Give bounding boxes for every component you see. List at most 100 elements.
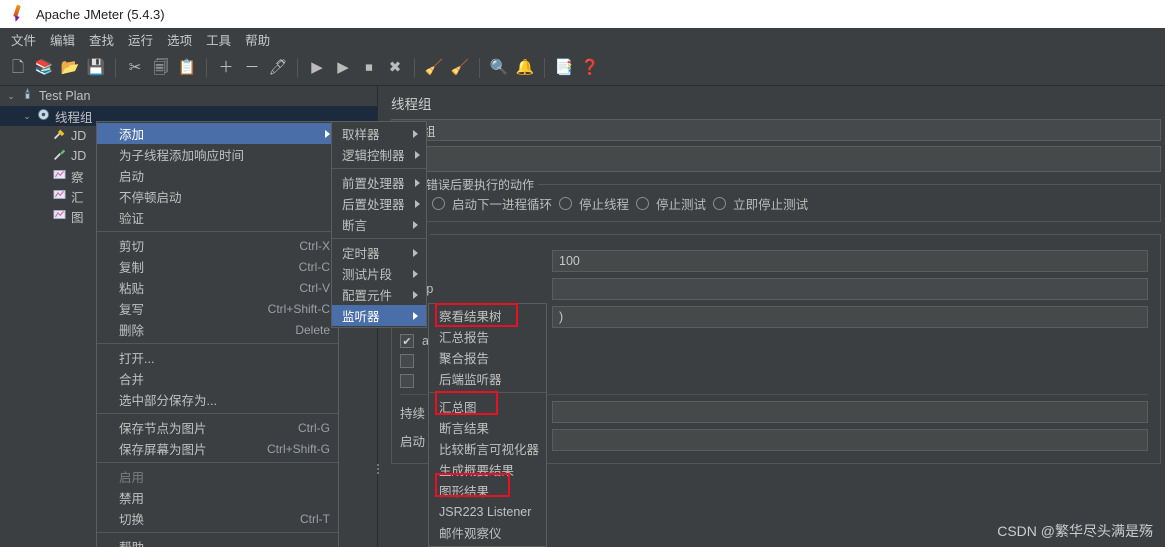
menu-item-断言结果[interactable]: 断言结果 xyxy=(429,417,546,438)
menu-item-帮助[interactable]: 帮助 xyxy=(97,536,338,547)
function-helper-icon[interactable]: 📑 xyxy=(552,56,576,80)
new-icon[interactable]: 🗋 xyxy=(6,56,30,80)
clear-icon[interactable]: 🧹 xyxy=(422,56,446,80)
infinite-checkbox[interactable]: ✔ xyxy=(400,334,414,348)
menu-item-禁用[interactable]: 禁用 xyxy=(97,487,338,508)
name-field[interactable]: 线程组 xyxy=(391,119,1161,141)
menu-item-定时器[interactable]: 定时器 xyxy=(332,242,426,263)
menu-item-汇总报告[interactable]: 汇总报告 xyxy=(429,326,546,347)
menu-separator xyxy=(97,413,338,414)
menu-separator xyxy=(97,532,338,533)
loop-input[interactable]: ) xyxy=(552,306,1148,328)
menubar-item-0[interactable]: 文件 xyxy=(4,28,43,51)
menu-item-汇总图[interactable]: 汇总图 xyxy=(429,396,546,417)
collapse-all-icon[interactable]: － xyxy=(240,56,264,80)
delay-creation-checkbox[interactable] xyxy=(400,374,414,388)
shutdown-icon[interactable]: ✖ xyxy=(383,56,407,80)
chevron-down-icon[interactable]: ⌄ xyxy=(20,111,34,122)
startup-input[interactable] xyxy=(552,429,1148,451)
open-icon[interactable]: 📂 xyxy=(58,56,82,80)
same-user-checkbox[interactable] xyxy=(400,354,414,368)
menubar-item-4[interactable]: 选项 xyxy=(160,28,199,51)
menu-item-复写[interactable]: 复写Ctrl+Shift-C xyxy=(97,298,338,319)
paste-icon[interactable]: 📋 xyxy=(175,56,199,80)
expand-all-icon[interactable]: ＋ xyxy=(214,56,238,80)
toolbar-separator xyxy=(297,58,298,78)
menu-item-图形结果[interactable]: 图形结果 xyxy=(429,480,546,501)
tree-context-menu[interactable]: 添加为子线程添加响应时间启动不停顿启动验证剪切Ctrl-X复制Ctrl-C粘贴C… xyxy=(96,121,339,547)
menu-item-比较断言可视化器[interactable]: 比较断言可视化器 xyxy=(429,438,546,459)
stop-icon[interactable]: ⏹ xyxy=(357,56,381,80)
error-action-radio-1[interactable] xyxy=(432,197,445,210)
menu-item-后置处理器[interactable]: 后置处理器 xyxy=(332,193,426,214)
cut-icon[interactable]: ✂ xyxy=(123,56,147,80)
menu-item-保存节点为图片[interactable]: 保存节点为图片Ctrl-G xyxy=(97,417,338,438)
menu-item-删除[interactable]: 删除Delete xyxy=(97,319,338,340)
menu-item-选中部分保存为...[interactable]: 选中部分保存为... xyxy=(97,389,338,410)
menu-item-配置元件[interactable]: 配置元件 xyxy=(332,284,426,305)
clear-all-icon[interactable]: 🧹 xyxy=(448,56,472,80)
duration-input[interactable] xyxy=(552,401,1148,423)
menu-item-后端监听器[interactable]: 后端监听器 xyxy=(429,368,546,389)
menu-item-启用[interactable]: 启用 xyxy=(97,466,338,487)
threads-input[interactable]: 100 xyxy=(552,250,1148,272)
menu-item-保存屏幕为图片[interactable]: 保存屏幕为图片Ctrl+Shift-G xyxy=(97,438,338,459)
tree-node-label: 汇 xyxy=(68,187,84,206)
submenu-arrow-icon xyxy=(413,130,418,138)
menu-item-JSR223 Listener[interactable]: JSR223 Listener xyxy=(429,501,546,522)
copy-icon[interactable]: 🗐 xyxy=(149,56,173,80)
menu-item-响应时间图[interactable]: 响应时间图 xyxy=(429,543,546,547)
menu-item-监听器[interactable]: 监听器 xyxy=(332,305,426,326)
chevron-down-icon[interactable]: ⌄ xyxy=(4,91,18,102)
menubar-item-5[interactable]: 工具 xyxy=(199,28,238,51)
menu-item-label: 后端监听器 xyxy=(439,369,538,388)
start-icon[interactable]: ▶ xyxy=(305,56,329,80)
menu-item-label: 汇总报告 xyxy=(439,327,538,346)
error-action-radio-4[interactable] xyxy=(713,197,726,210)
tree-node-0[interactable]: ⌄ Test Plan xyxy=(0,86,377,106)
menubar-item-2[interactable]: 查找 xyxy=(82,28,121,51)
menu-item-label: 图形结果 xyxy=(439,481,538,500)
help-icon[interactable]: ❓ xyxy=(578,56,602,80)
menu-item-启动[interactable]: 启动 xyxy=(97,165,338,186)
tree-node-label: Test Plan xyxy=(36,89,90,103)
menu-item-生成概要结果[interactable]: 生成概要结果 xyxy=(429,459,546,480)
add-submenu[interactable]: 取样器逻辑控制器前置处理器后置处理器断言定时器测试片段配置元件监听器 xyxy=(331,121,427,328)
menu-item-不停顿启动[interactable]: 不停顿启动 xyxy=(97,186,338,207)
menu-item-剪切[interactable]: 剪切Ctrl-X xyxy=(97,235,338,256)
comment-field[interactable] xyxy=(391,146,1161,172)
toggle-icon[interactable]: 🖊 xyxy=(266,56,290,80)
error-action-radio-3[interactable] xyxy=(636,197,649,210)
menu-item-为子线程添加响应时间[interactable]: 为子线程添加响应时间 xyxy=(97,144,338,165)
start-no-pause-icon[interactable]: ▶ xyxy=(331,56,355,80)
menubar-item-6[interactable]: 帮助 xyxy=(238,28,277,51)
menu-item-断言[interactable]: 断言 xyxy=(332,214,426,235)
menu-item-聚合报告[interactable]: 聚合报告 xyxy=(429,347,546,368)
search-icon[interactable]: 🔍 xyxy=(487,56,511,80)
menu-item-复制[interactable]: 复制Ctrl-C xyxy=(97,256,338,277)
menu-item-测试片段[interactable]: 测试片段 xyxy=(332,263,426,284)
menu-item-label: 启用 xyxy=(119,467,330,486)
error-action-radios[interactable]: 继续启动下一进程循环停止线程停止测试立即停止测试 xyxy=(400,194,1152,213)
menu-item-shortcut: Ctrl-V xyxy=(273,281,330,295)
menu-item-打开...[interactable]: 打开... xyxy=(97,347,338,368)
menu-item-邮件观察仪[interactable]: 邮件观察仪 xyxy=(429,522,546,543)
menu-item-添加[interactable]: 添加 xyxy=(97,123,338,144)
menu-item-label: 帮助 xyxy=(119,537,330,547)
menu-item-验证[interactable]: 验证 xyxy=(97,207,338,228)
save-icon[interactable]: 💾 xyxy=(84,56,108,80)
reset-search-icon[interactable]: 🔔 xyxy=(513,56,537,80)
menu-item-察看结果树[interactable]: 察看结果树 xyxy=(429,305,546,326)
ramp-input[interactable] xyxy=(552,278,1148,300)
menu-item-逻辑控制器[interactable]: 逻辑控制器 xyxy=(332,144,426,165)
menu-item-取样器[interactable]: 取样器 xyxy=(332,123,426,144)
templates-icon[interactable]: 📚 xyxy=(32,56,56,80)
menu-item-切换[interactable]: 切换Ctrl-T xyxy=(97,508,338,529)
error-action-radio-2[interactable] xyxy=(559,197,572,210)
menu-item-粘贴[interactable]: 粘贴Ctrl-V xyxy=(97,277,338,298)
listener-submenu[interactable]: 察看结果树汇总报告聚合报告后端监听器汇总图断言结果比较断言可视化器生成概要结果图… xyxy=(428,303,547,547)
menubar-item-3[interactable]: 运行 xyxy=(121,28,160,51)
menu-item-前置处理器[interactable]: 前置处理器 xyxy=(332,172,426,193)
menu-item-合并[interactable]: 合并 xyxy=(97,368,338,389)
menubar-item-1[interactable]: 编辑 xyxy=(43,28,82,51)
